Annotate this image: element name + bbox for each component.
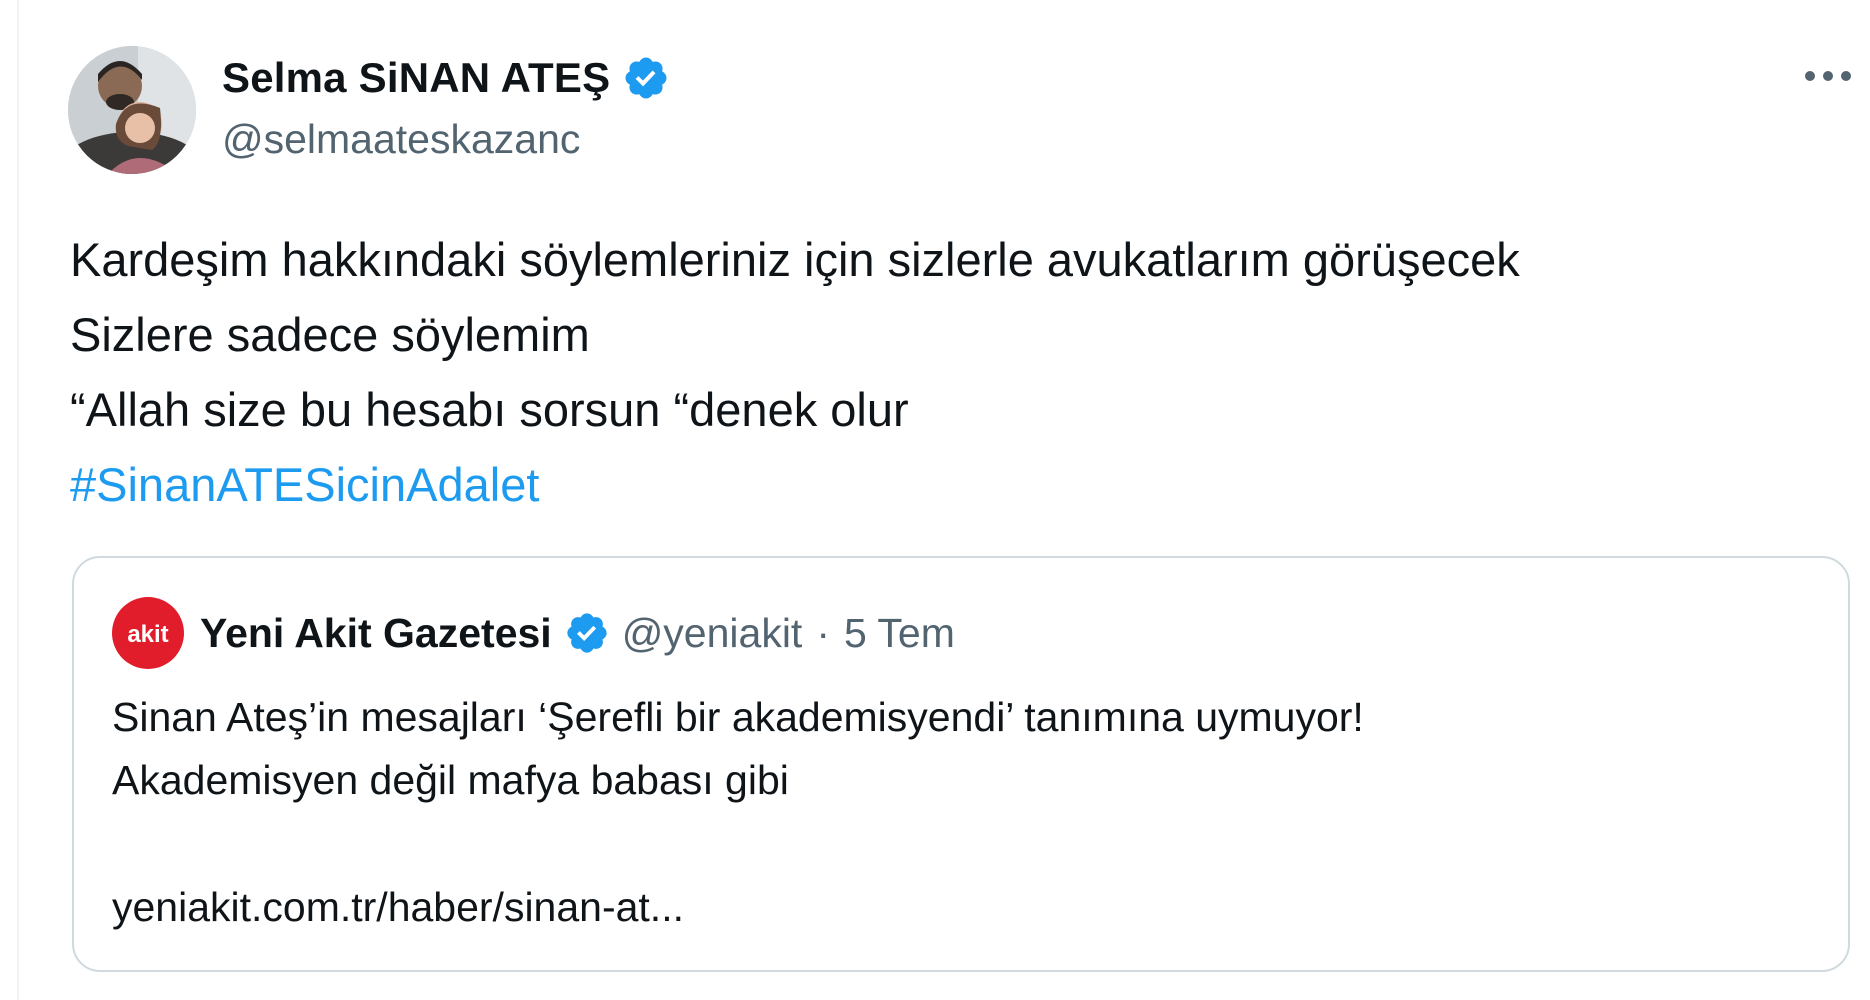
quoted-author-name[interactable]: Yeni Akit Gazetesi <box>200 610 552 657</box>
author-handle[interactable]: @selmaateskazanc <box>222 116 580 163</box>
author-name-row[interactable]: Selma SiNAN ATEŞ <box>222 52 670 104</box>
tweet-line: “Allah size bu hesabı sorsun “denek olur <box>70 383 909 436</box>
quoted-line: Akademisyen değil mafya babası gibi <box>112 757 789 803</box>
author-avatar[interactable] <box>68 46 196 174</box>
avatar-photo <box>68 46 196 174</box>
separator-dot: · <box>816 609 830 656</box>
tweet: Selma SiNAN ATEŞ @selmaateskazanc Kardeş… <box>0 0 1870 1000</box>
verified-badge-icon <box>625 57 667 99</box>
akit-logo-icon[interactable]: akit <box>112 597 184 669</box>
more-options-button[interactable] <box>1800 56 1856 96</box>
hashtag-link[interactable]: #SinanATESicinAdalet <box>70 458 539 511</box>
quoted-tweet-text: Sinan Ateş’in mesajları ‘Şerefli bir aka… <box>112 686 1792 812</box>
quoted-tweet-header: akit Yeni Akit Gazetesi @yeniakit · 5 Te… <box>112 597 955 669</box>
tweet-line: Kardeşim hakkındaki söylemleriniz için s… <box>70 233 1520 286</box>
verified-badge-icon <box>567 613 607 653</box>
quoted-line: Sinan Ateş’in mesajları ‘Şerefli bir aka… <box>112 694 1364 740</box>
quoted-timestamp[interactable]: 5 Tem <box>844 610 955 657</box>
tweet-line: Sizlere sadece söylemim <box>70 308 590 361</box>
author-name[interactable]: Selma SiNAN ATEŞ <box>222 54 610 102</box>
quoted-url-link[interactable]: yeniakit.com.tr/haber/sinan-at... <box>112 876 684 939</box>
quoted-author-handle[interactable]: @yeniakit <box>622 610 803 657</box>
quoted-tweet-card[interactable]: akit Yeni Akit Gazetesi @yeniakit · 5 Te… <box>72 556 1850 972</box>
akit-logo-text: akit <box>127 621 168 648</box>
tweet-text: Kardeşim hakkındaki söylemleriniz için s… <box>70 222 1810 522</box>
more-horizontal-icon <box>1805 71 1851 81</box>
